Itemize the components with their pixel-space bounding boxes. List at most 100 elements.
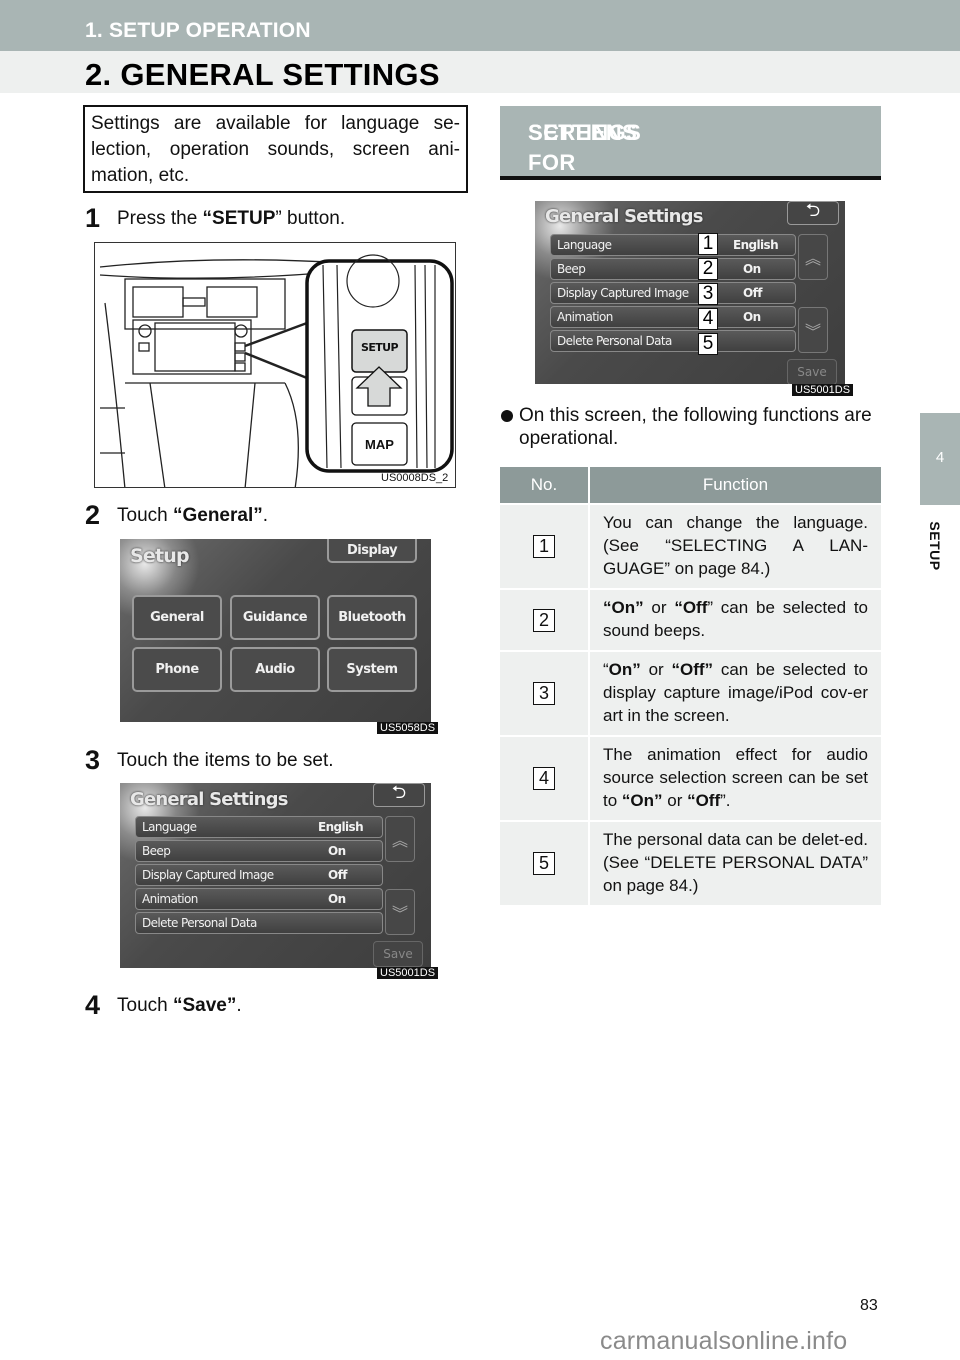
dashboard-illustration: SETUP MAP US0008DS_2	[94, 242, 456, 488]
save-button[interactable]: Save	[373, 941, 423, 967]
step-text-end: .	[236, 995, 242, 1016]
step-number: 3	[85, 745, 101, 775]
emphasis-text: On”	[608, 660, 641, 679]
system-button[interactable]: System	[327, 647, 417, 692]
step-number: 1	[85, 203, 101, 233]
table-row: 1 You can change the language. (See “SELE…	[500, 503, 881, 589]
row-number: 4	[533, 767, 555, 790]
bullet-dot-icon	[501, 410, 513, 422]
row-value: English	[733, 238, 779, 252]
setting-row-beep[interactable]: Beep On	[135, 840, 383, 862]
row-number: 3	[533, 682, 555, 705]
save-button[interactable]: Save	[787, 359, 837, 384]
figure-code: US5001DS	[377, 967, 439, 979]
callout-marker-3: 3	[698, 283, 718, 305]
emphasis-text: “Off”	[671, 660, 714, 679]
callout-marker-2: 2	[698, 258, 718, 280]
table-row: 5 The personal data can be delet-ed. (See…	[500, 820, 881, 905]
scroll-up-button[interactable]: ︽	[798, 234, 828, 280]
back-button[interactable]: ⮌	[373, 783, 425, 807]
step-text: Touch	[117, 995, 173, 1016]
description-text: ”.	[720, 791, 731, 810]
return-arrow-icon: ⮌	[805, 201, 821, 220]
row-number: 2	[533, 608, 555, 632]
row-label: Display Captured Image	[142, 868, 274, 882]
setting-row-delete-personal-data[interactable]: Delete Personal Data	[135, 912, 383, 934]
row-value: On	[743, 310, 761, 324]
function-description: “On” or “Off” can be selected to display…	[589, 650, 881, 736]
screens-section-heading: SCREENS FOR GENERAL SETTINGS	[500, 106, 881, 205]
scroll-up-button[interactable]: ︽	[385, 816, 415, 862]
watermark: carmanualsonline.info	[600, 1327, 848, 1355]
dashboard-drawing	[99, 254, 454, 487]
scroll-down-button[interactable]: ︾	[798, 307, 828, 353]
figure-code: US5001DS	[792, 384, 854, 396]
step-2: 2 Touch “General”.	[85, 500, 268, 531]
row-value: On	[328, 892, 346, 906]
table-header-row: No. Function	[500, 467, 881, 504]
function-description: The animation effect for audio source se…	[589, 735, 881, 821]
step-1: 1 Press the “SETUP” button.	[85, 203, 345, 234]
setting-row-display-captured-image[interactable]: Display Captured Image Off	[135, 864, 383, 886]
bullet-text: On this screen, the following functions …	[519, 405, 872, 449]
bullet-note: On this screen, the following functions …	[500, 404, 884, 450]
callout-marker-1: 1	[698, 233, 718, 255]
function-table: No. Function 1 You can change the languag…	[500, 467, 881, 905]
heading-line-2: SETTINGS	[528, 120, 642, 145]
map-hardware-button: MAP	[365, 437, 394, 452]
display-button[interactable]: Display	[327, 539, 417, 563]
row-number: 5	[533, 852, 555, 875]
table-row: 2 “On” or “Off” can be selected to sound …	[500, 588, 881, 651]
screen-title: General Settings	[545, 206, 703, 227]
step-bold: “General”	[172, 505, 263, 526]
chapter-label-container: SETUP	[922, 512, 948, 582]
setting-row-display-captured-image[interactable]: Display Captured Image Off	[550, 282, 796, 304]
row-label: Language	[557, 238, 612, 252]
row-number-cell: 4	[500, 735, 590, 821]
setting-row-animation[interactable]: Animation On	[550, 306, 796, 328]
row-label: Beep	[142, 844, 171, 858]
row-label: Animation	[142, 892, 198, 906]
header-function: Function	[589, 467, 881, 504]
setup-menu-screen: Setup Display General Guidance Bluetooth…	[120, 539, 431, 722]
row-label: Beep	[557, 262, 586, 276]
row-number-cell: 1	[500, 503, 590, 589]
general-button[interactable]: General	[132, 595, 222, 640]
step-text: Press the	[117, 208, 203, 229]
step-bold: “SETUP	[202, 208, 276, 229]
row-value: English	[318, 820, 364, 834]
setting-row-delete-personal-data[interactable]: Delete Personal Data	[550, 330, 796, 352]
setting-row-language[interactable]: Language English	[550, 234, 796, 256]
page-number: 83	[860, 1297, 878, 1314]
chapter-tab: 4	[920, 413, 960, 505]
return-arrow-icon: ⮌	[391, 783, 407, 802]
intro-box: Settings are available for language se-l…	[83, 105, 468, 193]
table-row: 4 The animation effect for audio source s…	[500, 735, 881, 821]
bluetooth-button[interactable]: Bluetooth	[327, 595, 417, 640]
back-button[interactable]: ⮌	[787, 201, 839, 225]
setup-hardware-button: SETUP	[361, 341, 399, 354]
description-text: or	[662, 791, 688, 810]
section-header-bar: 1. SETUP OPERATION	[0, 0, 960, 51]
row-number: 1	[533, 535, 555, 558]
description-text: The personal data can be delet-ed. (See …	[603, 830, 868, 895]
setting-row-language[interactable]: Language English	[135, 816, 383, 838]
page-title-bar: 2. GENERAL SETTINGS	[0, 51, 960, 93]
guidance-button[interactable]: Guidance	[230, 595, 320, 640]
phone-button[interactable]: Phone	[132, 647, 222, 692]
header-no: No.	[500, 467, 590, 504]
function-description: You can change the language. (See “SELEC…	[589, 503, 881, 589]
row-label: Language	[142, 820, 197, 834]
screen-title: General Settings	[130, 789, 288, 810]
scroll-down-button[interactable]: ︾	[385, 889, 415, 935]
audio-button[interactable]: Audio	[230, 647, 320, 692]
setting-row-animation[interactable]: Animation On	[135, 888, 383, 910]
figure-code: US5058DS	[377, 722, 439, 734]
step-number: 2	[85, 500, 101, 530]
row-label: Display Captured Image	[557, 286, 689, 300]
section-title: 1. SETUP OPERATION	[85, 19, 311, 42]
callout-marker-5: 5	[698, 333, 718, 355]
setting-row-beep[interactable]: Beep On	[550, 258, 796, 280]
row-number-cell: 2	[500, 588, 590, 651]
double-chevron-up-icon: ︽	[804, 251, 821, 268]
